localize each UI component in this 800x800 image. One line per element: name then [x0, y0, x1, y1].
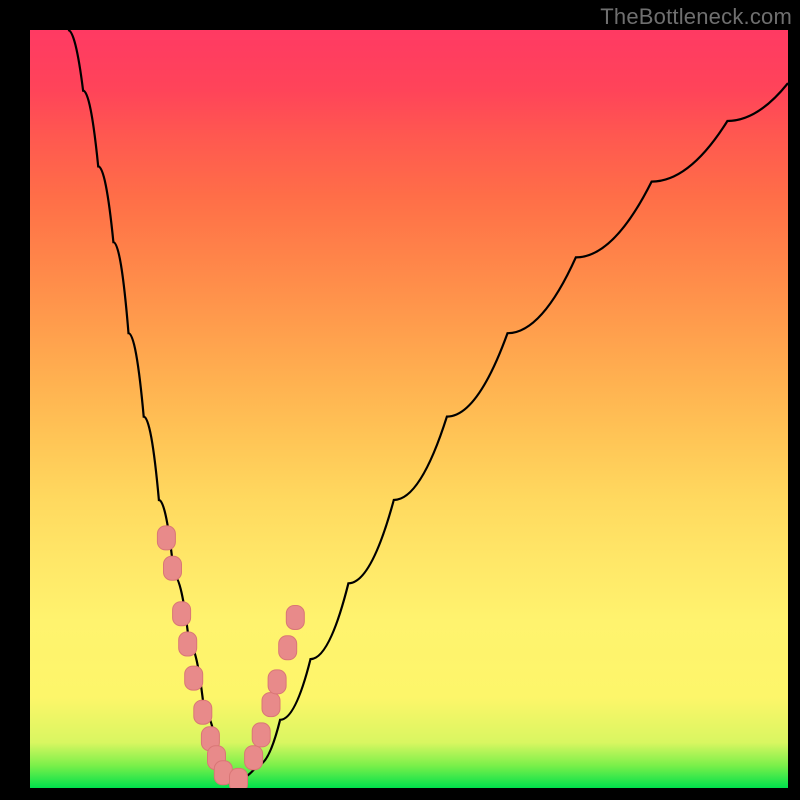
marker: [268, 670, 286, 694]
marker: [157, 526, 175, 550]
marker: [164, 556, 182, 580]
watermark-text: TheBottleneck.com: [600, 4, 792, 30]
marker: [194, 700, 212, 724]
marker: [173, 602, 191, 626]
marker: [245, 746, 263, 770]
bottleneck-curve: [68, 30, 788, 780]
marker: [252, 723, 270, 747]
marker: [279, 636, 297, 660]
marker: [179, 632, 197, 656]
marker: [185, 666, 203, 690]
marker: [262, 693, 280, 717]
chart-svg: [30, 30, 788, 788]
marker-cluster: [157, 526, 304, 788]
chart-frame: TheBottleneck.com: [0, 0, 800, 800]
marker: [230, 768, 248, 788]
plot-area: [30, 30, 788, 788]
marker: [286, 606, 304, 630]
